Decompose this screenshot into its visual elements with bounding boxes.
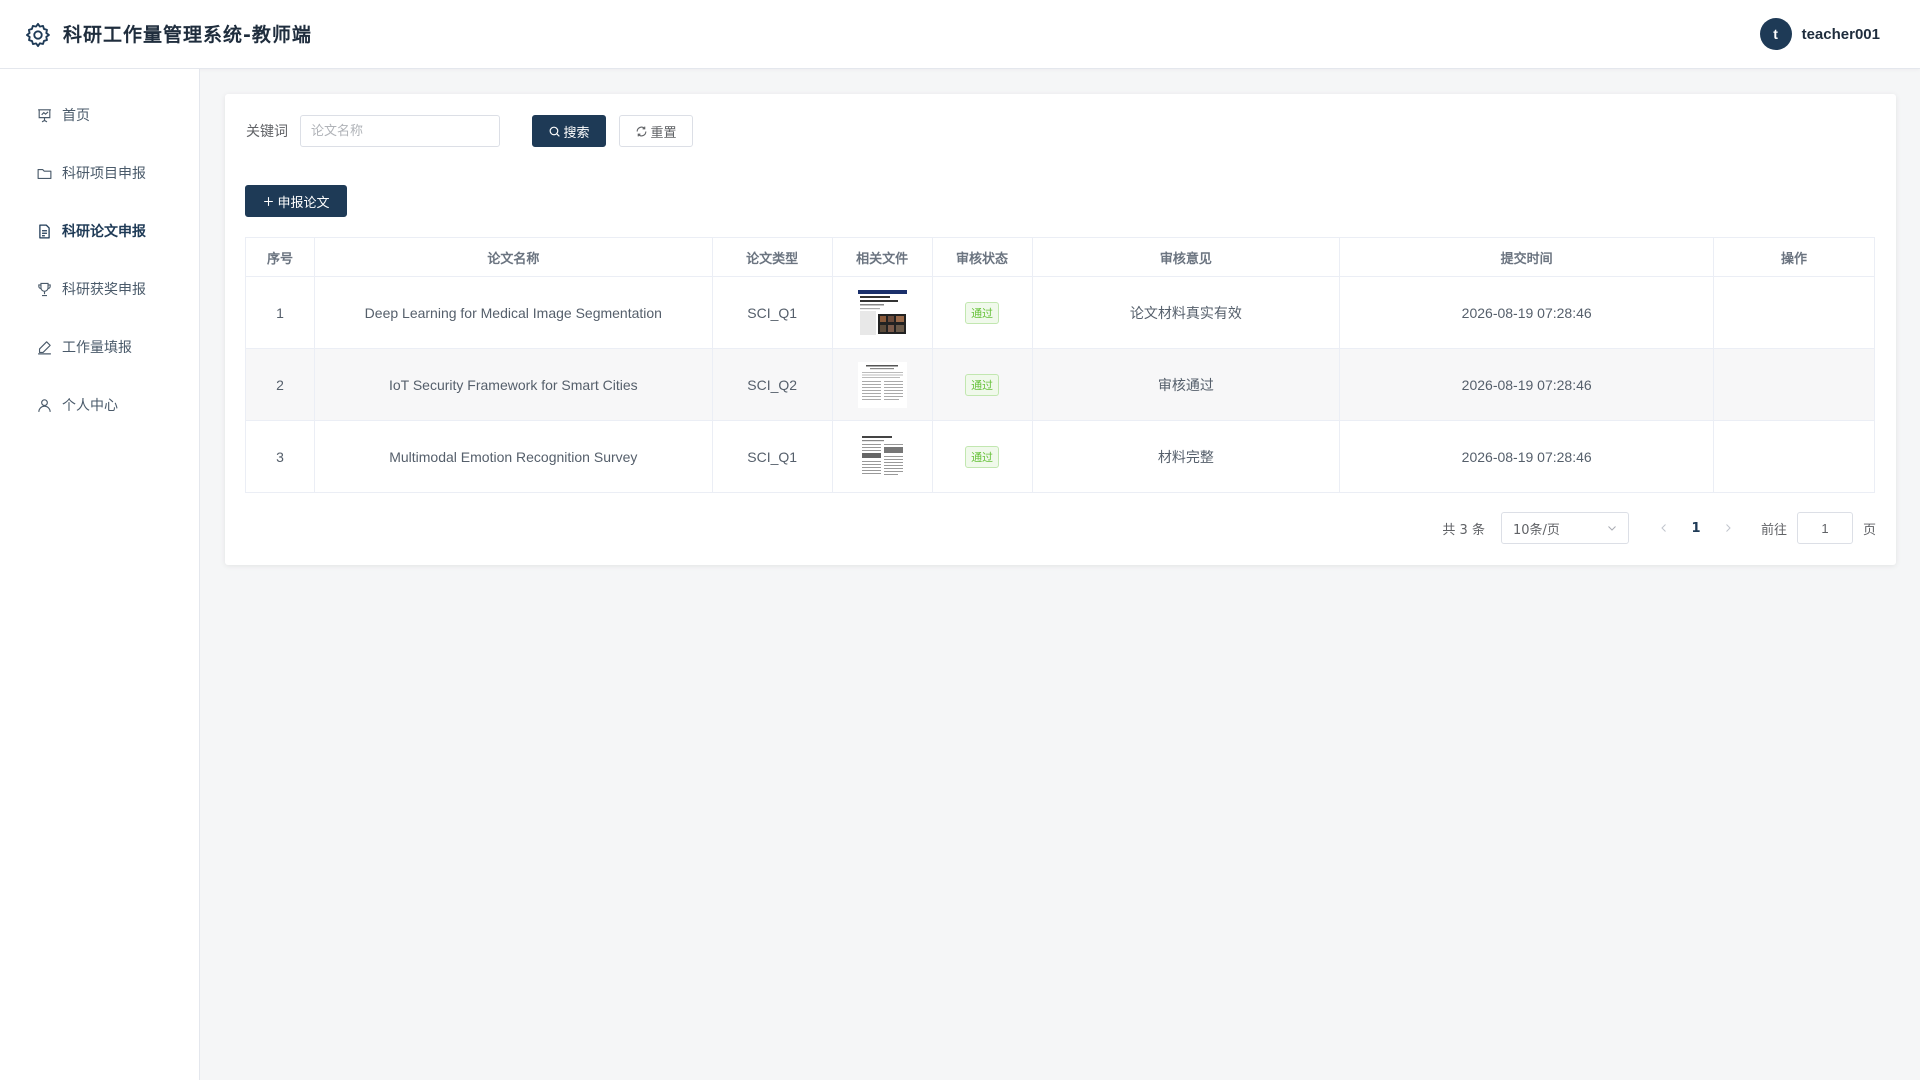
cell-index: 2 xyxy=(245,348,315,421)
cell-paper-type: SCI_Q2 xyxy=(711,348,833,421)
reset-button[interactable]: 重置 xyxy=(619,115,693,147)
search-icon xyxy=(550,126,561,137)
sidebar-item-label: 首页 xyxy=(62,108,90,124)
sidebar-item-label: 工作量填报 xyxy=(62,340,132,356)
paper-thumbnail-image[interactable] xyxy=(857,289,907,336)
status-badge: 通过 xyxy=(965,373,1000,396)
table-header-row: 序号 论文名称 论文类型 相关文件 审核状态 审核意见 提交时间 操作 xyxy=(245,237,1875,277)
next-page-button[interactable] xyxy=(1715,514,1741,542)
page-size-select[interactable]: 10条/页 xyxy=(1500,512,1629,544)
page-number-current[interactable]: 1 xyxy=(1683,514,1709,542)
paper-thumbnail-image[interactable] xyxy=(857,433,907,480)
cell-paper-type: SCI_Q1 xyxy=(711,276,833,349)
plus-icon xyxy=(264,196,274,206)
reset-button-label: 重置 xyxy=(650,125,677,141)
gear-icon xyxy=(25,22,50,48)
folder-icon xyxy=(37,168,52,179)
add-paper-button-label: 申报论文 xyxy=(277,195,330,211)
cell-paper-name: IoT Security Framework for Smart Cities xyxy=(313,348,713,421)
status-badge: 通过 xyxy=(965,301,1000,324)
app-title: 科研工作量管理系统-教师端 xyxy=(63,24,312,46)
sidebar-item-label: 科研项目申报 xyxy=(62,166,146,182)
sidebar-item-workload[interactable]: 工作量填报 xyxy=(0,323,199,371)
avatar[interactable]: t xyxy=(1759,18,1792,50)
user-menu[interactable]: t teacher001 xyxy=(1759,18,1880,50)
column-header-file: 相关文件 xyxy=(831,237,933,277)
cell-paper-name: Deep Learning for Medical Image Segmenta… xyxy=(313,276,713,349)
cell-index: 1 xyxy=(245,276,315,349)
sidebar-item-home[interactable]: 首页 xyxy=(0,91,199,139)
sidebar-item-papers[interactable]: 科研论文申报 xyxy=(0,207,199,255)
cell-status: 通过 xyxy=(931,348,1033,421)
cell-paper-type: SCI_Q1 xyxy=(711,420,833,493)
pagination: 共 3 条 10条/页 1 前往 页 xyxy=(1442,512,1876,544)
column-header-name: 论文名称 xyxy=(313,237,713,277)
cell-index: 3 xyxy=(245,420,315,493)
cell-time: 2026-08-19 07:28:46 xyxy=(1339,420,1715,493)
chevron-down-icon xyxy=(1608,526,1616,531)
page-size-value: 10条/页 xyxy=(1512,522,1560,538)
sidebar-item-label: 科研论文申报 xyxy=(62,224,146,240)
cell-action xyxy=(1713,420,1875,493)
search-form: 关键词 搜索 重置 xyxy=(246,115,693,147)
table-row: 3 Multimodal Emotion Recognition Survey … xyxy=(245,420,1875,493)
chevron-left-icon xyxy=(1661,524,1666,532)
column-header-opinion: 审核意见 xyxy=(1031,237,1341,277)
total-count: 共 3 条 xyxy=(1442,522,1485,538)
paper-thumbnail-image[interactable] xyxy=(857,361,907,408)
column-header-time: 提交时间 xyxy=(1339,237,1715,277)
page-unit-label: 页 xyxy=(1862,522,1876,538)
chevron-right-icon xyxy=(1726,524,1731,532)
status-badge: 通过 xyxy=(965,445,1000,468)
cell-paper-name: Multimodal Emotion Recognition Survey xyxy=(313,420,713,493)
edit-icon xyxy=(38,340,51,354)
user-icon xyxy=(38,398,51,412)
keyword-label: 关键词 xyxy=(246,124,288,140)
goto-page-input[interactable] xyxy=(1796,512,1853,544)
add-paper-button[interactable]: 申报论文 xyxy=(245,185,347,217)
cell-action xyxy=(1713,348,1875,421)
sidebar-item-profile[interactable]: 个人中心 xyxy=(0,381,199,429)
sidebar-item-projects[interactable]: 科研项目申报 xyxy=(0,149,199,197)
sidebar-item-label: 个人中心 xyxy=(62,398,118,414)
sidebar-item-awards[interactable]: 科研获奖申报 xyxy=(0,265,199,313)
refresh-icon xyxy=(637,126,647,136)
cell-status: 通过 xyxy=(931,420,1033,493)
cell-opinion: 审核通过 xyxy=(1031,348,1341,421)
cell-opinion: 材料完整 xyxy=(1031,420,1341,493)
paper-list-card: 关键词 搜索 重置 申报论文 序号 论文名称 论文类型 相关文件 审核状态 审核… xyxy=(225,94,1896,565)
cell-status: 通过 xyxy=(931,276,1033,349)
search-button[interactable]: 搜索 xyxy=(532,115,606,147)
cell-file xyxy=(831,276,933,349)
column-header-status: 审核状态 xyxy=(931,237,1033,277)
username[interactable]: teacher001 xyxy=(1802,26,1880,43)
cell-time: 2026-08-19 07:28:46 xyxy=(1339,348,1715,421)
table-row: 2 IoT Security Framework for Smart Citie… xyxy=(245,348,1875,421)
cell-file xyxy=(831,348,933,421)
keyword-input[interactable] xyxy=(300,115,500,147)
column-header-action: 操作 xyxy=(1713,237,1875,277)
goto-label: 前往 xyxy=(1760,522,1787,538)
top-header: 科研工作量管理系统-教师端 t teacher001 xyxy=(0,0,1920,69)
trophy-icon xyxy=(38,282,51,296)
presentation-chart-icon xyxy=(38,108,51,122)
cell-time: 2026-08-19 07:28:46 xyxy=(1339,276,1715,349)
paper-table: 序号 论文名称 论文类型 相关文件 审核状态 审核意见 提交时间 操作 1 De… xyxy=(245,237,1875,493)
sidebar-item-label: 科研获奖申报 xyxy=(62,282,146,298)
column-header-type: 论文类型 xyxy=(711,237,833,277)
search-button-label: 搜索 xyxy=(563,125,590,141)
prev-page-button[interactable] xyxy=(1651,514,1677,542)
sidebar: 首页 科研项目申报 科研论文申报 科研获奖申报 工作量填报 个人中心 xyxy=(0,69,200,1080)
document-icon xyxy=(39,223,50,239)
cell-opinion: 论文材料真实有效 xyxy=(1031,276,1341,349)
cell-file xyxy=(831,420,933,493)
cell-action xyxy=(1713,276,1875,349)
table-row: 1 Deep Learning for Medical Image Segmen… xyxy=(245,276,1875,349)
column-header-index: 序号 xyxy=(245,237,315,277)
